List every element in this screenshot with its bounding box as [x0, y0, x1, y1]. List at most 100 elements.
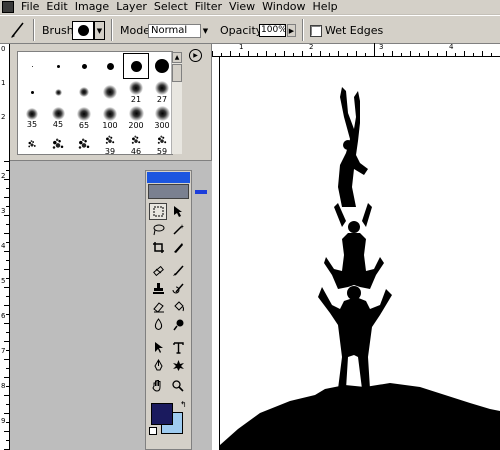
- ruler-label: 8: [1, 382, 6, 390]
- brush-preview[interactable]: [72, 21, 94, 40]
- adobe-online-icon[interactable]: [148, 184, 189, 199]
- history-brush-icon[interactable]: [169, 280, 187, 297]
- brush-panel-ruler: 0 1 2: [0, 44, 10, 161]
- menu-edit[interactable]: Edit: [44, 0, 72, 14]
- default-colors-icon[interactable]: [149, 427, 157, 435]
- ruler-label: 4: [449, 43, 454, 51]
- photoshop-app-icon[interactable]: [2, 1, 14, 13]
- ruler-tick: [4, 377, 9, 378]
- menu-view[interactable]: View: [227, 0, 260, 14]
- ruler-tick: [4, 431, 9, 432]
- zoom-tool-icon[interactable]: [168, 377, 186, 394]
- clone-stamp-icon[interactable]: [149, 280, 167, 297]
- brush-preset[interactable]: 65: [72, 106, 96, 130]
- brush-preset[interactable]: 59: [150, 132, 172, 154]
- brush-preset[interactable]: 45: [46, 106, 70, 130]
- ruler-tick: [6, 386, 9, 387]
- brush-preset[interactable]: 300: [150, 106, 172, 130]
- opacity-slider-arrow-icon[interactable]: ▶: [287, 24, 296, 37]
- brush-preset[interactable]: 21: [124, 80, 148, 104]
- brush-preset-grid: 21 27 35 45 65 100 200 300 39 46 59: [17, 51, 173, 155]
- brush-preset[interactable]: [98, 80, 122, 104]
- ruler-tick: [6, 296, 9, 297]
- ruler-tick: [473, 53, 474, 56]
- hand-tool-icon[interactable]: [148, 377, 166, 394]
- blur-icon[interactable]: [149, 316, 167, 333]
- brush-preset[interactable]: 100: [98, 106, 122, 130]
- ruler-tick: [4, 413, 9, 414]
- slice-icon[interactable]: [169, 239, 187, 256]
- ruler-tick: [437, 53, 438, 56]
- healing-brush-icon[interactable]: [149, 262, 167, 279]
- brush-preset[interactable]: 27: [150, 80, 172, 104]
- brush-preset[interactable]: [150, 54, 172, 78]
- menu-window[interactable]: Window: [260, 0, 310, 14]
- brush-preset[interactable]: [72, 80, 96, 104]
- swap-colors-icon[interactable]: ↰: [180, 400, 187, 409]
- magic-wand-icon[interactable]: [169, 221, 187, 238]
- brush-preset[interactable]: [20, 132, 44, 154]
- ruler-tick: [392, 51, 393, 56]
- ruler-tick: [6, 404, 9, 405]
- menu-select[interactable]: Select: [152, 0, 193, 14]
- ruler-tick: [428, 51, 429, 56]
- ruler-tick: [230, 51, 231, 56]
- brush-dropdown-arrow-icon[interactable]: ▼: [94, 21, 105, 40]
- path-selection-icon[interactable]: [149, 339, 167, 356]
- brush-preset[interactable]: [20, 80, 44, 104]
- brush-tool-icon[interactable]: [169, 262, 187, 279]
- paint-bucket-icon[interactable]: [169, 298, 187, 315]
- ruler-tick: [356, 51, 357, 56]
- opacity-input[interactable]: 100%: [259, 24, 286, 37]
- brush-preset[interactable]: 200: [124, 106, 148, 130]
- ruler-tick: [6, 368, 9, 369]
- mode-dropdown-arrow-icon[interactable]: ▼: [200, 24, 210, 38]
- panel-resize-grip[interactable]: [195, 190, 207, 194]
- toolbox-title-bar[interactable]: [147, 172, 190, 183]
- brush-preset[interactable]: 46: [124, 132, 148, 154]
- menu-help[interactable]: Help: [311, 0, 343, 14]
- scroll-up-arrow-icon[interactable]: ▲: [172, 52, 182, 63]
- wet-edges-checkbox[interactable]: [310, 25, 322, 37]
- pen-tool-icon[interactable]: [149, 357, 167, 374]
- brush-preset[interactable]: [98, 54, 122, 78]
- panel-menu-arrow-icon[interactable]: ▶: [189, 49, 202, 62]
- brush-preset[interactable]: [46, 80, 70, 104]
- menu-file[interactable]: File: [19, 0, 44, 14]
- ruler-tick: [401, 53, 402, 56]
- ruler-tick: [6, 314, 9, 315]
- menu-image[interactable]: Image: [73, 0, 114, 14]
- brush-preset[interactable]: 39: [98, 132, 122, 154]
- brush-preset[interactable]: [72, 132, 96, 154]
- document-canvas[interactable]: [220, 57, 500, 450]
- ruler-tick: [320, 51, 321, 56]
- ruler-label: 5: [1, 277, 6, 285]
- brush-preset[interactable]: [46, 132, 70, 154]
- menu-bar: File Edit Image Layer Select Filter View…: [0, 0, 500, 15]
- crop-icon[interactable]: [149, 239, 167, 256]
- brush-preset-selected[interactable]: [123, 53, 149, 79]
- eraser-icon[interactable]: [149, 298, 167, 315]
- ruler-tick: [383, 53, 384, 56]
- menu-filter[interactable]: Filter: [193, 0, 227, 14]
- ruler-tick: [239, 53, 240, 56]
- dodge-icon[interactable]: [169, 316, 187, 333]
- options-separator: [302, 19, 304, 41]
- scrollbar-thumb[interactable]: [172, 64, 182, 82]
- menu-layer[interactable]: Layer: [114, 0, 152, 14]
- move-tool-icon[interactable]: [169, 203, 187, 220]
- brush-tool-preset-icon[interactable]: [8, 20, 28, 40]
- ruler-tick: [6, 188, 9, 189]
- type-tool-icon[interactable]: [169, 339, 187, 356]
- brush-preset[interactable]: [46, 54, 70, 78]
- brush-preset[interactable]: [20, 54, 44, 78]
- brush-grid-scrollbar[interactable]: ▲: [171, 52, 182, 154]
- wet-edges-label: Wet Edges: [325, 24, 384, 37]
- rectangular-marquee-icon[interactable]: [149, 203, 167, 220]
- custom-shape-icon[interactable]: [169, 357, 187, 374]
- brush-preset[interactable]: 35: [20, 106, 44, 130]
- foreground-color-swatch[interactable]: [151, 403, 173, 425]
- ruler-tick: [4, 269, 9, 270]
- lasso-icon[interactable]: [149, 221, 167, 238]
- brush-preset[interactable]: [72, 54, 96, 78]
